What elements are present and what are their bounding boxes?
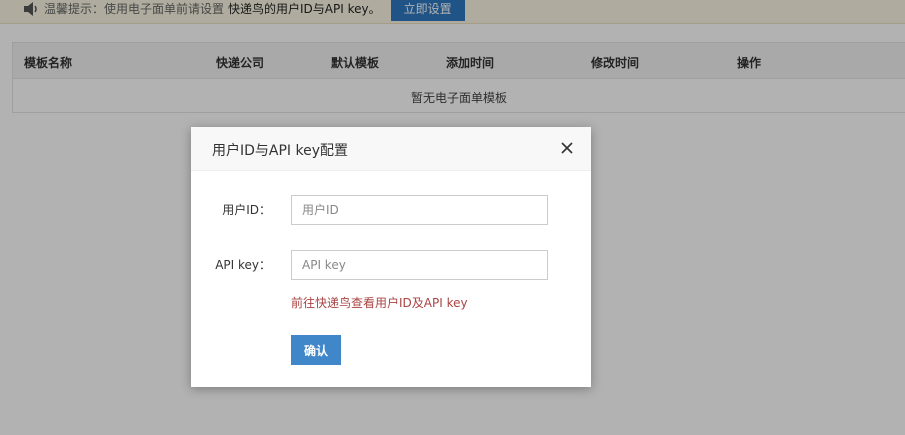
kdniao-link[interactable]: 前往快递鸟查看用户ID及API key: [291, 294, 468, 311]
confirm-button[interactable]: 确认: [291, 335, 341, 365]
api-config-dialog: 用户ID与API key配置 用户ID： API key： 前往快递鸟查看用户I…: [191, 127, 591, 387]
user-id-label: 用户ID：: [222, 203, 271, 217]
api-key-label: API key：: [215, 258, 271, 272]
dialog-title: 用户ID与API key配置: [212, 143, 349, 159]
api-key-input[interactable]: [291, 250, 548, 280]
close-icon[interactable]: [559, 140, 575, 156]
user-id-input[interactable]: [291, 195, 548, 225]
dialog-header: 用户ID与API key配置: [191, 127, 591, 171]
